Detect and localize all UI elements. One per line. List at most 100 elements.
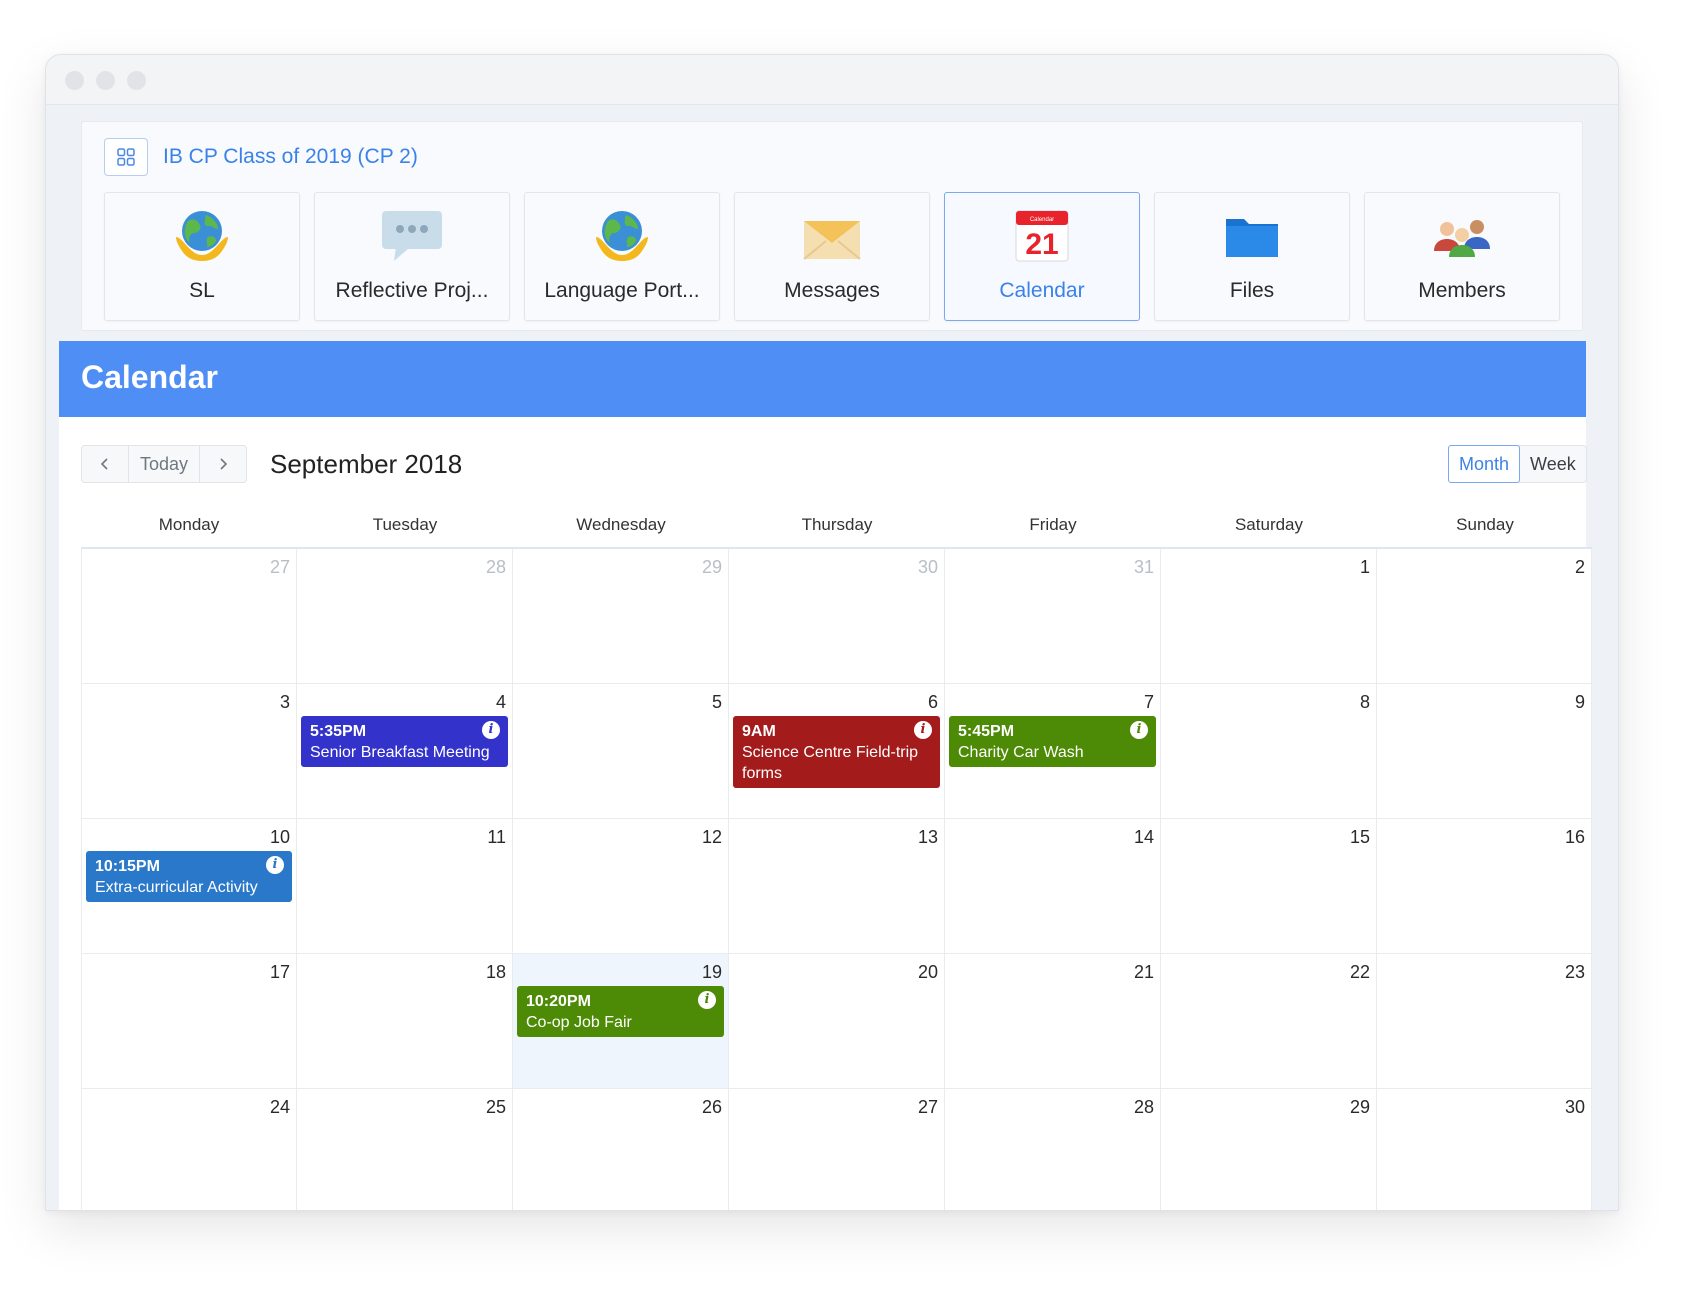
weekday-label: Sunday (1456, 515, 1514, 534)
day-cell[interactable]: 27 (729, 1089, 945, 1210)
speech-bubble-icon (382, 211, 442, 261)
calendar-event[interactable]: 9AM Science Centre Field-trip forms i (733, 716, 940, 788)
chevron-left-icon (100, 458, 108, 470)
group-header: IB CP Class of 2019 (CP 2) (104, 138, 418, 176)
day-cell[interactable]: 8 (1161, 684, 1377, 819)
info-icon[interactable]: i (698, 991, 716, 1009)
day-cell[interactable]: 27 (81, 549, 297, 684)
day-cell[interactable]: 7 5:45PM Charity Car Wash i (945, 684, 1161, 819)
day-cell[interactable]: 25 (297, 1089, 513, 1210)
day-cell[interactable]: 12 (513, 819, 729, 954)
tile-language-portfolio[interactable]: Language Port... (524, 192, 720, 321)
tile-label: Language Port... (544, 279, 700, 302)
browser-window: IB CP Class of 2019 (CP 2) SL Reflective… (45, 54, 1619, 1211)
month-view-button[interactable]: Month (1448, 445, 1521, 483)
day-cell[interactable]: 28 (945, 1089, 1161, 1210)
weekday-label: Saturday (1234, 515, 1304, 534)
month-grid: 27 28 29 30 31 1 2 3 4 5:35PM Senior Breakfast Mee… (81, 549, 1592, 1210)
date-navigation: Today (81, 445, 247, 483)
globe-hands-icon (176, 211, 228, 261)
group-panel: IB CP Class of 2019 (CP 2) SL Reflective… (81, 121, 1583, 331)
day-cell[interactable]: 22 (1161, 954, 1377, 1089)
tile-messages[interactable]: Messages (734, 192, 930, 321)
day-cell[interactable]: 29 (1161, 1089, 1377, 1210)
previous-month-button[interactable] (82, 446, 128, 482)
event-title: Charity Car Wash (958, 744, 1084, 761)
day-cell[interactable]: 30 (1377, 1089, 1592, 1210)
day-number: 23 (1564, 962, 1585, 982)
week-view-button[interactable]: Week (1520, 446, 1586, 482)
day-cell[interactable]: 30 (729, 549, 945, 684)
today-button[interactable]: Today (128, 446, 200, 482)
day-cell[interactable]: 2 (1377, 549, 1592, 684)
window-close-dot[interactable] (65, 71, 84, 90)
event-title: Science Centre Field-trip forms (742, 744, 919, 782)
day-cell[interactable]: 16 (1377, 819, 1592, 954)
day-cell[interactable]: 19 10:20PM Co-op Job Fair i (513, 954, 729, 1089)
info-icon[interactable]: i (266, 856, 284, 874)
day-cell[interactable]: 31 (945, 549, 1161, 684)
calendar-event[interactable]: 5:35PM Senior Breakfast Meeting i (301, 716, 508, 767)
day-cell[interactable]: 28 (297, 549, 513, 684)
day-number: 6 (927, 692, 938, 712)
day-cell[interactable]: 6 9AM Science Centre Field-trip forms i (729, 684, 945, 819)
folder-icon (1226, 219, 1278, 257)
day-cell[interactable]: 14 (945, 819, 1161, 954)
group-title[interactable]: IB CP Class of 2019 (CP 2) (163, 145, 418, 169)
weekday-header-row: Monday Tuesday Wednesday Thursday Friday Satu… (81, 515, 1592, 549)
day-cell[interactable]: 17 (81, 954, 297, 1089)
weekday-label: Tuesday (372, 515, 438, 534)
day-cell[interactable]: 4 5:35PM Senior Breakfast Meeting i (297, 684, 513, 819)
day-cell[interactable]: 15 (1161, 819, 1377, 954)
event-time: 10:20PM (526, 993, 591, 1010)
day-number: 21 (1133, 962, 1154, 982)
info-icon[interactable]: i (482, 721, 500, 739)
day-cell[interactable]: 23 (1377, 954, 1592, 1089)
tile-calendar[interactable]: Calendar 21 Calendar (944, 192, 1140, 321)
day-cell[interactable]: 21 (945, 954, 1161, 1089)
calendar-event[interactable]: 5:45PM Charity Car Wash i (949, 716, 1156, 767)
info-icon[interactable]: i (914, 721, 932, 739)
day-number: 26 (701, 1097, 722, 1117)
day-cell[interactable]: 26 (513, 1089, 729, 1210)
day-cell[interactable]: 1 (1161, 549, 1377, 684)
day-number: 15 (1349, 827, 1370, 847)
day-cell[interactable]: 24 (81, 1089, 297, 1210)
calendar-event[interactable]: 10:20PM Co-op Job Fair i (517, 986, 724, 1037)
window-minimize-dot[interactable] (96, 71, 115, 90)
day-number: 25 (485, 1097, 506, 1117)
day-cell[interactable]: 29 (513, 549, 729, 684)
day-number: 14 (1133, 827, 1154, 847)
day-cell[interactable]: 11 (297, 819, 513, 954)
next-month-button[interactable] (200, 446, 246, 482)
day-cell[interactable]: 5 (513, 684, 729, 819)
tile-sl[interactable]: SL (104, 192, 300, 321)
day-cell[interactable]: 13 (729, 819, 945, 954)
tile-files[interactable]: Files (1154, 192, 1350, 321)
day-cell[interactable]: 20 (729, 954, 945, 1089)
calendar-heading: Calendar (81, 359, 218, 395)
day-number: 17 (269, 962, 290, 982)
tile-label: SL (189, 279, 215, 302)
day-number: 8 (1359, 692, 1370, 712)
event-title: Senior Breakfast Meeting (310, 744, 490, 761)
event-time: 10:15PM (95, 858, 160, 875)
month-title: September 2018 (270, 449, 463, 479)
day-cell[interactable]: 18 (297, 954, 513, 1089)
event-time: 5:35PM (310, 723, 367, 740)
day-number: 1 (1359, 557, 1370, 577)
grid-menu-button[interactable] (104, 138, 148, 176)
day-cell[interactable]: 10 10:15PM Extra-curricular Activity i (81, 819, 297, 954)
calendar-header-bar: Calendar (59, 341, 1586, 417)
day-number: 4 (495, 692, 506, 712)
day-cell[interactable]: 3 (81, 684, 297, 819)
info-icon[interactable]: i (1130, 721, 1148, 739)
day-number: 7 (1143, 692, 1154, 712)
calendar-event[interactable]: 10:15PM Extra-curricular Activity i (86, 851, 292, 902)
tile-reflective-project[interactable]: Reflective Proj... (314, 192, 510, 321)
day-cell[interactable]: 9 (1377, 684, 1592, 819)
window-maximize-dot[interactable] (127, 71, 146, 90)
weekday-label: Thursday (801, 515, 873, 534)
globe-hands-icon (596, 211, 648, 261)
tile-members[interactable]: Members (1364, 192, 1560, 321)
